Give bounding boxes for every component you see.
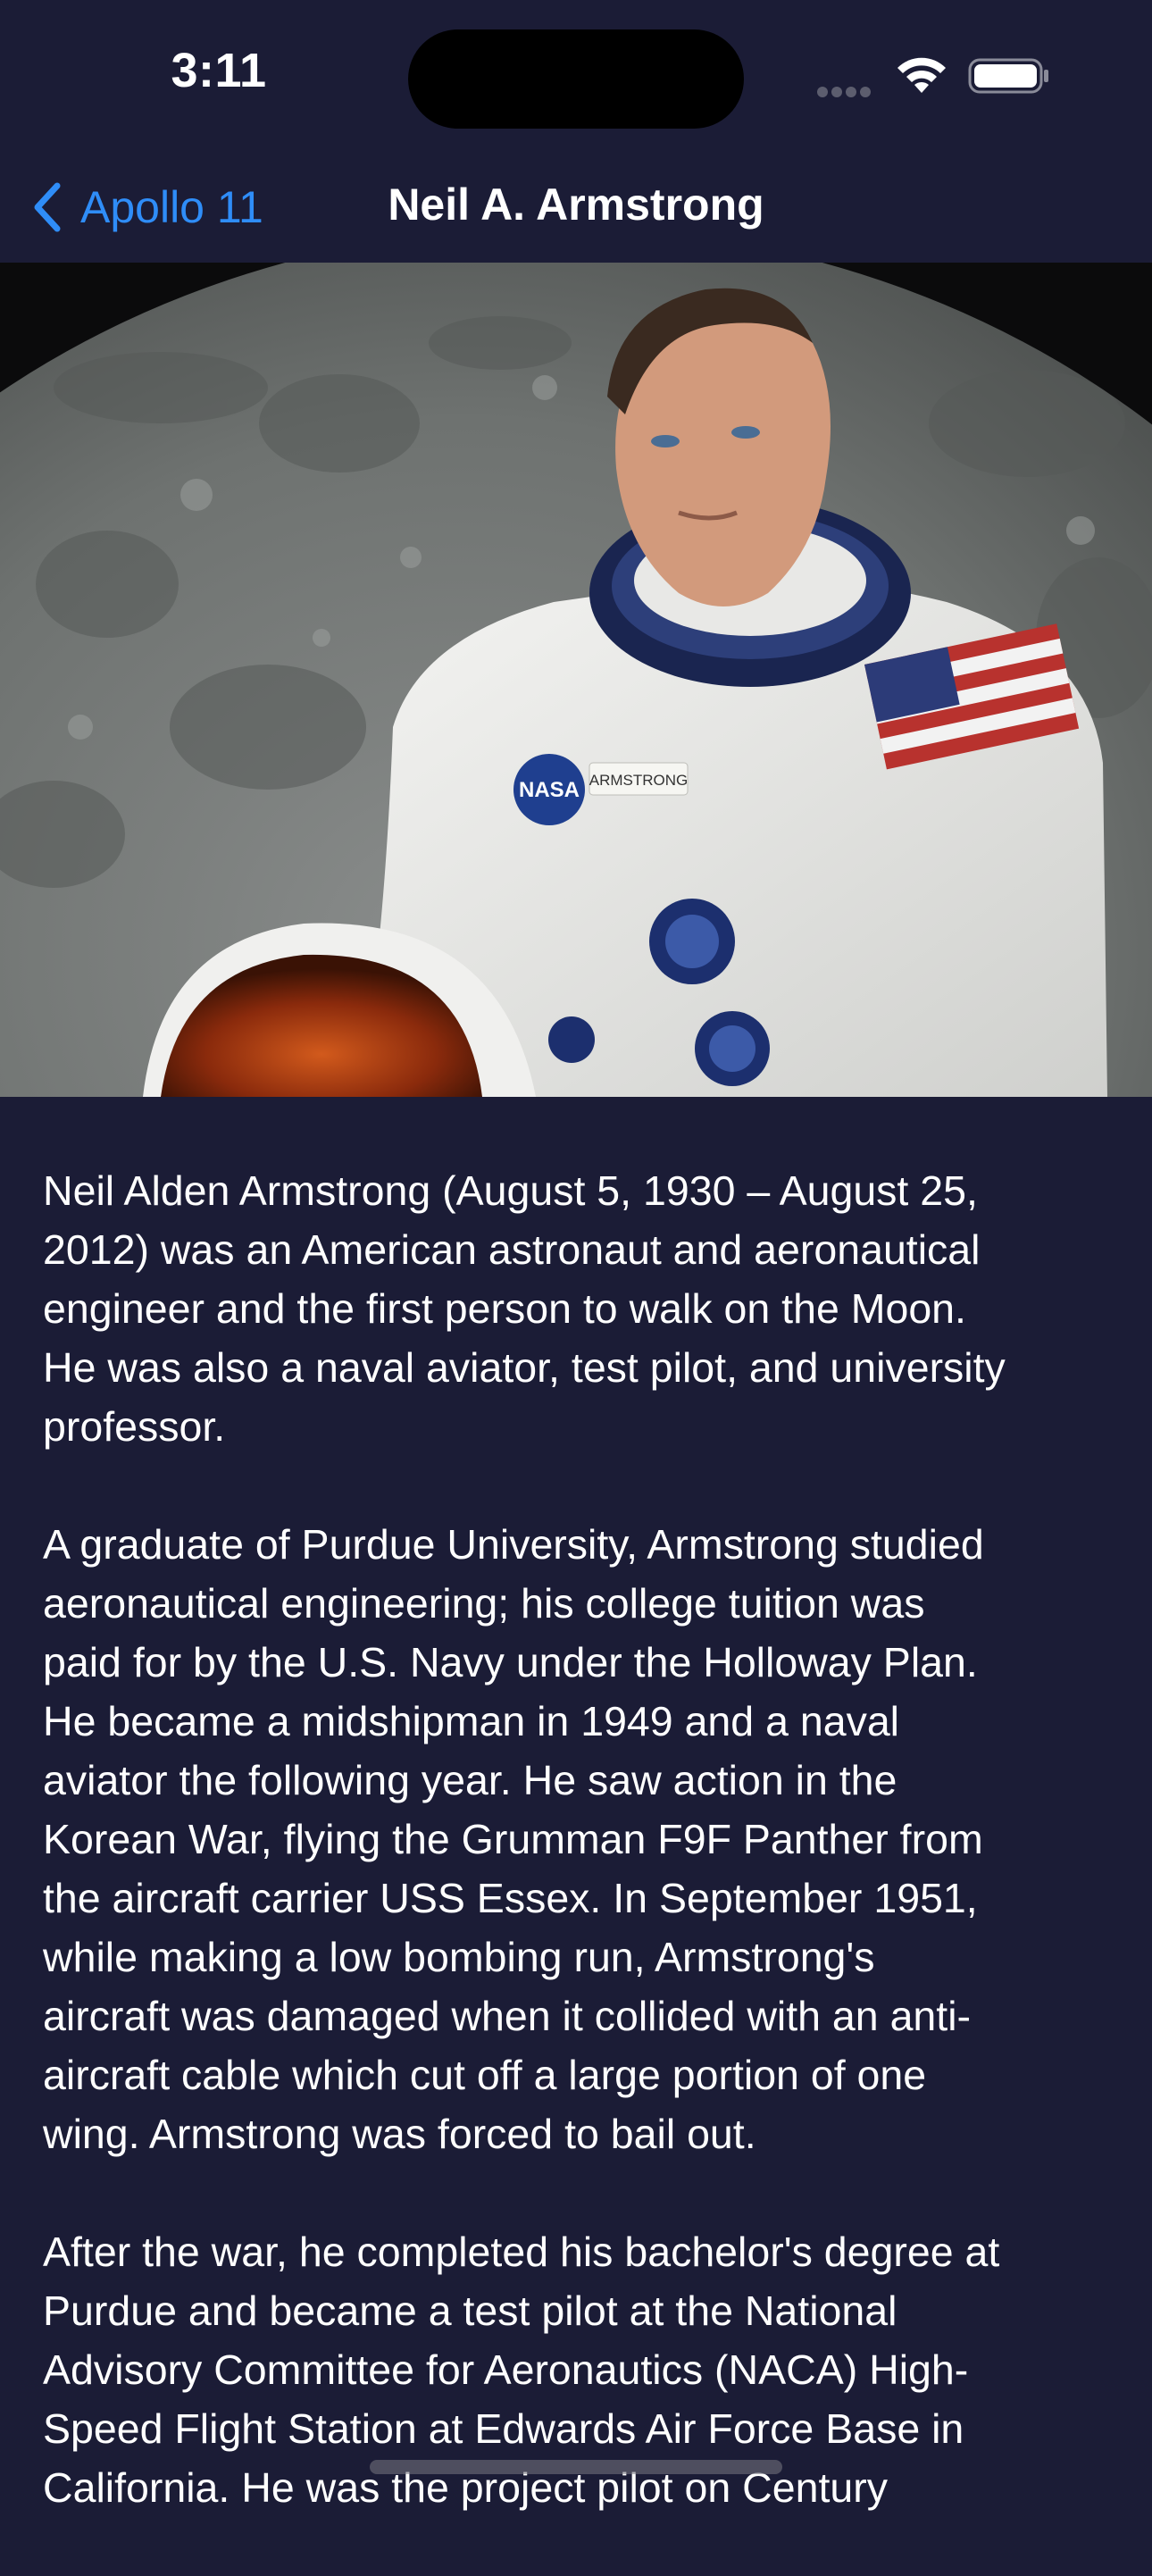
chevron-left-icon	[34, 182, 61, 232]
bio-paragraph: A graduate of Purdue University, Armstro…	[43, 1521, 984, 2157]
svg-text:NASA: NASA	[519, 778, 580, 802]
wifi-icon	[897, 57, 946, 93]
bio-paragraph: Neil Alden Armstrong (August 5, 1930 – A…	[43, 1167, 1006, 1450]
home-indicator[interactable]	[370, 2460, 782, 2474]
navigation-bar: Apollo 11 Neil A. Armstrong	[0, 152, 1152, 263]
back-button-label: Apollo 11	[80, 182, 263, 232]
cellular-signal-icon	[817, 86, 876, 97]
page-title: Neil A. Armstrong	[388, 180, 764, 230]
biography: Neil Alden Armstrong (August 5, 1930 – A…	[43, 1161, 1114, 2576]
battery-icon	[968, 58, 1048, 94]
status-time: 3:11	[171, 44, 267, 97]
svg-text:ARMSTRONG: ARMSTRONG	[589, 772, 689, 789]
dynamic-island	[408, 29, 744, 129]
astronaut-portrait-image: NASA ARMSTRONG	[0, 263, 1152, 1097]
status-bar: 3:11	[0, 0, 1152, 152]
back-button[interactable]: Apollo 11	[29, 175, 263, 239]
